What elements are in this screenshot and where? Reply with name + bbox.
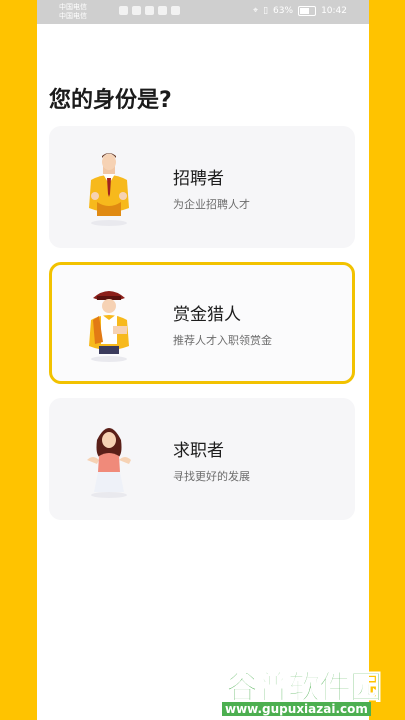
app-notification-icon	[145, 6, 154, 15]
status-bar: 中国电信 中国电信 ⌖ ▯ 63% 10:42	[37, 0, 369, 24]
app-screen: 中国电信 中国电信 ⌖ ▯ 63% 10:42 您的身份是? 招聘者 为企业招聘…	[37, 0, 369, 720]
role-description: 为企业招聘人才	[173, 198, 250, 211]
site-watermark: 谷普软件园 www.gupuxiazai.com	[220, 660, 405, 718]
role-description: 寻找更好的发展	[173, 470, 250, 483]
status-right: ⌖ ▯ 63% 10:42	[253, 6, 347, 16]
role-card-job-seeker[interactable]: 求职者 寻找更好的发展	[49, 398, 355, 520]
page-title: 您的身份是?	[49, 88, 172, 113]
role-name: 赏金猎人	[173, 305, 241, 325]
signal-icon	[119, 6, 128, 15]
role-card-bounty-hunter[interactable]: 赏金猎人 推荐人才入职领赏金	[49, 262, 355, 384]
businessman-icon	[89, 153, 129, 226]
role-card-recruiter[interactable]: 招聘者 为企业招聘人才	[49, 126, 355, 248]
carrier-label-1: 中国电信	[59, 3, 87, 11]
app-notification-icon	[158, 6, 167, 15]
vibrate-icon: ▯	[263, 6, 269, 16]
battery-icon	[298, 6, 317, 16]
wifi-icon	[132, 6, 141, 15]
clock: 10:42	[321, 6, 347, 16]
bounty-hunter-icon	[89, 291, 129, 362]
carrier-info: 中国电信 中国电信	[59, 3, 87, 21]
notification-icons	[119, 6, 180, 15]
watermark-url: www.gupuxiazai.com	[222, 702, 371, 716]
role-name: 招聘者	[173, 169, 224, 189]
carrier-label-2: 中国电信	[59, 12, 87, 20]
location-icon: ⌖	[253, 6, 259, 16]
app-notification-icon	[171, 6, 180, 15]
role-description: 推荐人才入职领赏金	[173, 334, 272, 347]
job-seeker-icon	[87, 428, 131, 498]
battery-percent: 63%	[273, 6, 294, 16]
role-name: 求职者	[173, 441, 224, 461]
